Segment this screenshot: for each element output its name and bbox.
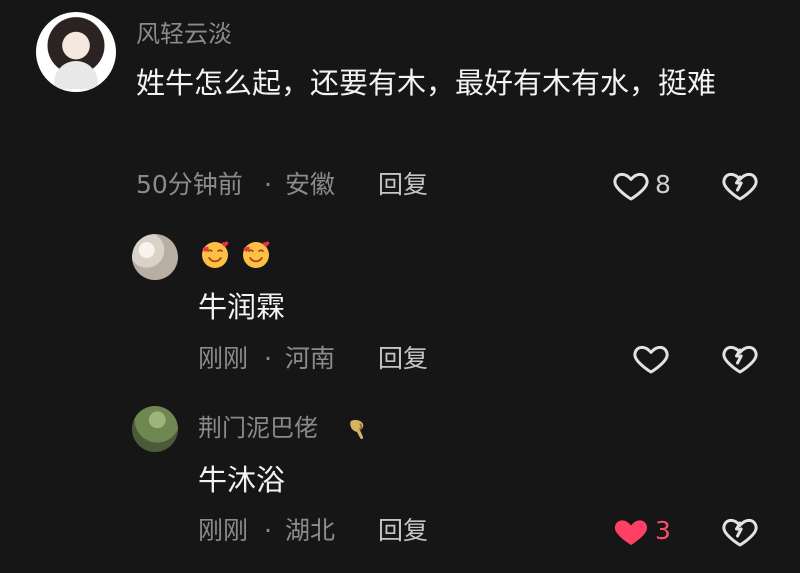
broken-heart-icon — [722, 345, 758, 374]
reply-avatar[interactable] — [132, 234, 178, 280]
meta-separator: · — [264, 170, 272, 199]
reply-button[interactable]: 回复 — [378, 516, 428, 546]
like-button[interactable] — [631, 338, 671, 378]
reply-location: 河南 — [285, 344, 336, 373]
broken-heart-icon — [722, 172, 758, 201]
liked-button[interactable] — [611, 511, 651, 551]
reply-button[interactable]: 回复 — [378, 344, 428, 374]
reply-button[interactable]: 回复 — [378, 170, 428, 200]
username[interactable]: 风轻云淡 — [136, 19, 232, 49]
arm-badge-icon — [350, 420, 364, 439]
dislike-button[interactable] — [720, 338, 760, 378]
comment-text: 姓牛怎么起，还要有木，最好有木有水，挺难 — [136, 66, 717, 100]
heart-outline-icon — [613, 172, 649, 201]
avatar[interactable] — [36, 12, 116, 92]
meta-separator: · — [264, 344, 272, 373]
smiling-face-with-hearts-icon — [202, 241, 229, 268]
heart-outline-icon — [633, 345, 669, 374]
like-button[interactable] — [611, 165, 651, 205]
reply-avatar[interactable] — [132, 406, 178, 452]
comment-location: 安徽 — [285, 170, 336, 199]
reply-location: 湖北 — [285, 516, 336, 545]
broken-heart-icon — [722, 518, 758, 547]
smiling-face-with-hearts-icon — [243, 241, 270, 268]
dislike-button[interactable] — [720, 165, 760, 205]
reply-time: 刚刚 — [198, 344, 249, 373]
like-count: 8 — [655, 170, 671, 199]
like-count: 3 — [655, 516, 671, 545]
heart-filled-icon — [614, 520, 648, 545]
reply-time: 刚刚 — [198, 516, 249, 545]
dislike-button[interactable] — [720, 511, 760, 551]
reply-username[interactable]: 荆门泥巴佬 — [198, 413, 318, 443]
reply-text: 牛润霖 — [198, 290, 286, 324]
meta-separator: · — [264, 516, 272, 545]
comment-time: 50分钟前 — [136, 170, 243, 199]
reply-text: 牛沐浴 — [198, 463, 286, 497]
emoji-reactions — [198, 238, 273, 276]
